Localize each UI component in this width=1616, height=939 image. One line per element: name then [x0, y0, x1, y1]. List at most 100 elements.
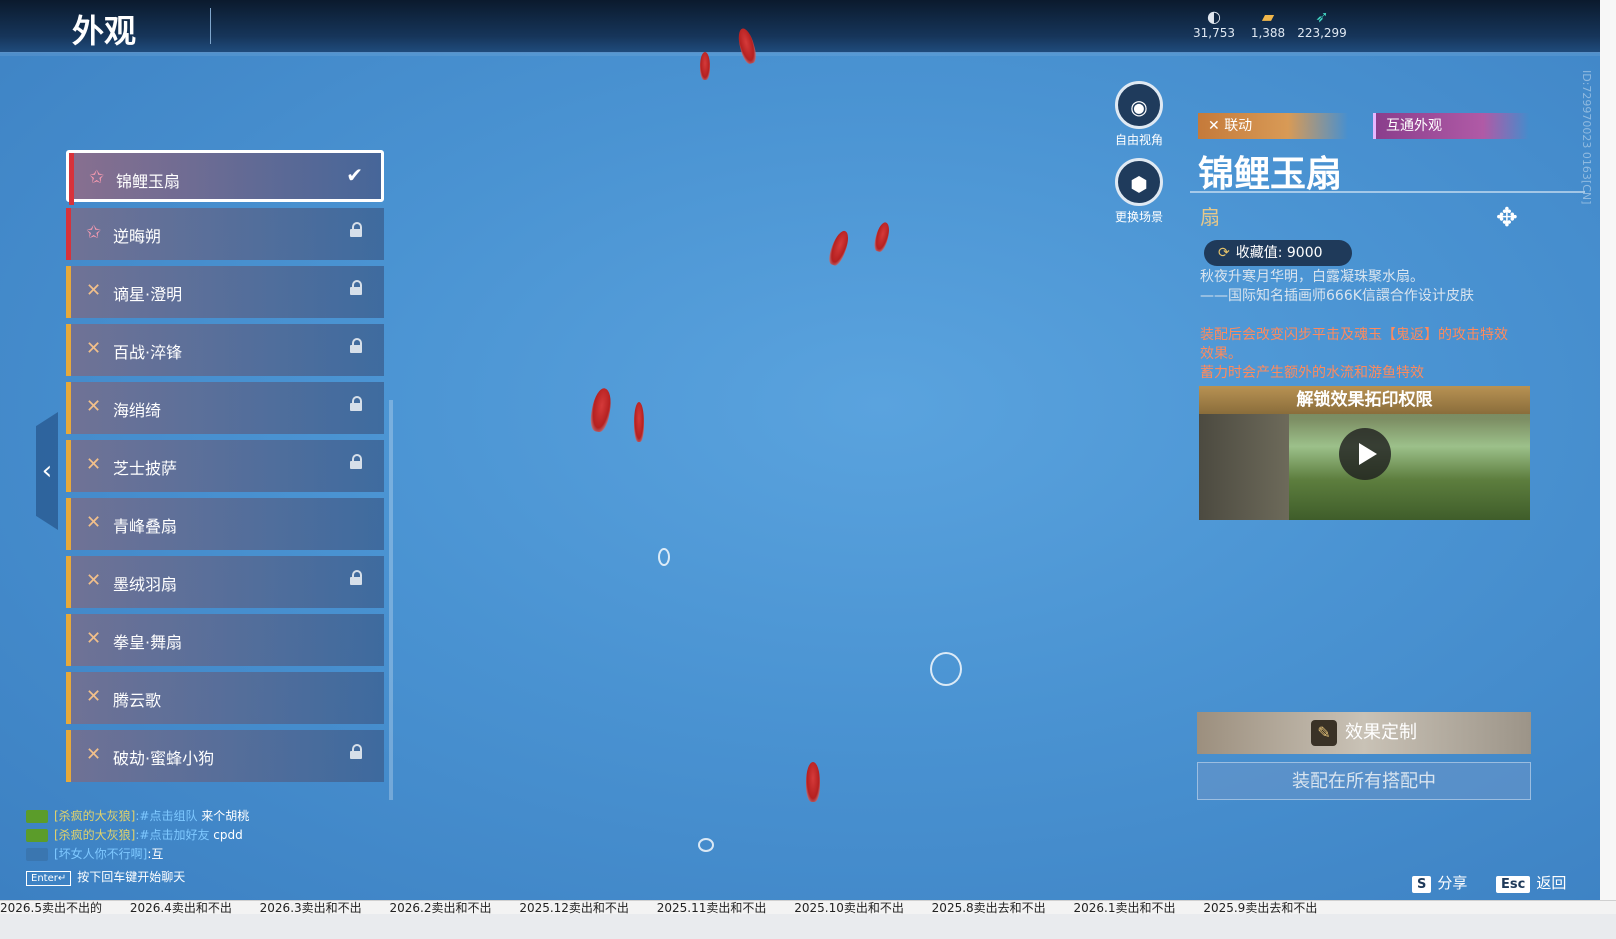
- share-label: 分享: [1437, 874, 1468, 892]
- skin-item[interactable]: ✩ 逆晦朔: [66, 208, 384, 260]
- collab-icon: ✕: [86, 628, 102, 649]
- skin-item[interactable]: ✩ 锦鲤玉扇 ✔: [66, 150, 384, 205]
- bookmark-item[interactable]: 2026.5卖出不出的: [0, 901, 102, 915]
- title-divider: [210, 8, 211, 44]
- currency-value: 223,299: [1297, 26, 1347, 40]
- bookmark-item[interactable]: 2025.9卖出去和不出: [1203, 901, 1317, 915]
- collab-icon: ✕: [86, 280, 102, 301]
- currency-value: 1,388: [1250, 26, 1286, 40]
- skin-item[interactable]: ✕ 青峰叠扇: [66, 498, 384, 550]
- lock-icon: [350, 338, 362, 353]
- currency-gold: ▰ 1,388: [1238, 8, 1298, 41]
- customize-label: 效果定制: [1345, 722, 1417, 743]
- skin-item[interactable]: ✕ 拳皇·舞扇: [66, 614, 384, 666]
- skin-label: 海绡绮: [113, 401, 162, 420]
- chat-line: [杀疯的大灰狼]:#点击组队 来个胡桃: [26, 807, 249, 826]
- koi-fish: [700, 52, 710, 80]
- item-name: 锦鲤玉扇: [1198, 154, 1343, 195]
- skin-label: 锦鲤玉扇: [116, 172, 181, 191]
- lock-icon: [350, 396, 362, 411]
- brush-icon: ✎: [1311, 720, 1337, 746]
- enter-key: Enter↵: [26, 871, 72, 886]
- change-scene-button[interactable]: ⬢: [1115, 158, 1163, 206]
- esc-key: Esc: [1496, 876, 1531, 893]
- window-edge: [1600, 0, 1616, 900]
- rarity-bar: [66, 672, 71, 724]
- os-taskbar: [0, 914, 1616, 939]
- skin-label: 墨绒羽扇: [113, 575, 178, 594]
- bookmark-item[interactable]: 2025.12卖出和不出: [519, 901, 629, 915]
- back-label: 返回: [1536, 874, 1567, 892]
- play-icon[interactable]: [1339, 428, 1391, 480]
- channel-tag: [26, 829, 48, 842]
- star-icon: ✩: [86, 222, 102, 243]
- chat-text: 来个胡桃: [197, 809, 250, 823]
- chat-box: [杀疯的大灰狼]:#点击组队 来个胡桃 [杀疯的大灰狼]:#点击加好友 cpdd…: [26, 807, 249, 887]
- collab-icon: ✕: [86, 512, 102, 533]
- bookmark-item[interactable]: 2025.11卖出和不出: [657, 901, 767, 915]
- collab-icon: ✕: [1208, 118, 1225, 134]
- koi-fish: [806, 762, 820, 802]
- effect-line: 效果。: [1200, 346, 1242, 362]
- lock-icon: [350, 454, 362, 469]
- rarity-bar: [66, 382, 71, 434]
- skin-item[interactable]: ✕ 墨绒羽扇: [66, 556, 384, 608]
- effect-description: 装配后会改变闪步平击及魂玉【鬼返】的攻击特效 效果。 蓄力时会产生额外的水流和游…: [1200, 326, 1540, 383]
- skin-list: ✩ 锦鲤玉扇 ✔ ✩ 逆晦朔 ✕ 谪星·澄明 ✕ 百战·淬锋 ✕ 海绡绮 ✕ 芝…: [66, 150, 384, 800]
- chat-sender[interactable]: [杀疯的大灰狼]: [54, 809, 135, 823]
- collection-label: 收藏值: 9000: [1235, 245, 1323, 261]
- chat-hint-text: 按下回车键开始聊天: [77, 870, 186, 884]
- bookmark-item[interactable]: 2026.1卖出和不出: [1074, 901, 1176, 915]
- item-type: 扇: [1200, 205, 1220, 229]
- header-ribbon: [0, 52, 1600, 56]
- collab-icon: ✕: [86, 686, 102, 707]
- chat-sender[interactable]: [杀疯的大灰狼]: [54, 828, 135, 842]
- chat-link[interactable]: :#点击组队: [135, 809, 197, 823]
- lock-icon: [350, 570, 362, 585]
- player-id: ID:729970023 0163[CN]: [1580, 70, 1593, 205]
- bookmark-item[interactable]: 2026.4卖出和不出: [130, 901, 232, 915]
- equip-all-button[interactable]: 装配在所有搭配中: [1197, 762, 1531, 800]
- chat-line: [坏女人你不行啊]:互: [26, 845, 249, 864]
- bookmark-item[interactable]: 2026.3卖出和不出: [260, 901, 362, 915]
- skin-label: 谪星·澄明: [113, 285, 183, 304]
- koi-fish: [588, 386, 614, 434]
- skin-item[interactable]: ✕ 海绡绮: [66, 382, 384, 434]
- share-key: S: [1412, 876, 1432, 893]
- effect-line: 装配后会改变闪步平击及魂玉【鬼返】的攻击特效: [1200, 327, 1508, 343]
- skin-item[interactable]: ✕ 谪星·澄明: [66, 266, 384, 318]
- bubble: [930, 652, 962, 686]
- lock-icon: [350, 744, 362, 759]
- share-hint[interactable]: S 分享: [1412, 872, 1467, 893]
- rarity-bar: [66, 208, 71, 260]
- equip-all-label: 装配在所有搭配中: [1292, 771, 1436, 792]
- bookmark-item[interactable]: 2026.2卖出和不出: [389, 901, 491, 915]
- currency-feather: ➶ 223,299: [1292, 8, 1352, 41]
- desc-line: ——国际知名插画师666K信譞合作设计皮肤: [1200, 288, 1474, 304]
- chat-input-hint[interactable]: Enter↵ 按下回车键开始聊天: [26, 868, 249, 887]
- back-hint[interactable]: Esc 返回: [1496, 872, 1566, 893]
- rarity-bar: [66, 614, 71, 666]
- bookmark-item[interactable]: 2025.8卖出去和不出: [932, 901, 1046, 915]
- free-view-button[interactable]: ◉: [1115, 81, 1163, 129]
- skin-item[interactable]: ✕ 百战·淬锋: [66, 324, 384, 376]
- crystal-icon: ◐: [1207, 7, 1221, 26]
- cube-icon: ⬢: [1130, 172, 1148, 196]
- effect-preview-video[interactable]: 解锁效果拓印权限: [1199, 386, 1530, 520]
- chat-sender[interactable]: [坏女人你不行啊]: [54, 847, 147, 861]
- collapse-panel-button[interactable]: ‹: [36, 412, 58, 530]
- chat-link[interactable]: :#点击加好友: [135, 828, 209, 842]
- move-arrows-icon[interactable]: ✥: [1496, 203, 1518, 233]
- skin-label: 芝士披萨: [113, 459, 178, 478]
- collab-badge-label: 联动: [1224, 118, 1253, 134]
- page-title: 外观: [72, 12, 137, 50]
- skin-label: 逆晦朔: [113, 227, 162, 246]
- video-title: 解锁效果拓印权限: [1199, 386, 1530, 414]
- customize-effect-button[interactable]: ✎ 效果定制: [1197, 712, 1531, 754]
- skin-item[interactable]: ✕ 腾云歌: [66, 672, 384, 724]
- bookmark-item[interactable]: 2025.10卖出和不出: [794, 901, 904, 915]
- effect-line: 蓄力时会产生额外的水流和游鱼特效: [1200, 365, 1424, 381]
- skin-item[interactable]: ✕ 芝士披萨: [66, 440, 384, 492]
- list-scrollbar[interactable]: [389, 400, 393, 800]
- skin-item[interactable]: ✕ 破劫·蜜蜂小狗: [66, 730, 384, 782]
